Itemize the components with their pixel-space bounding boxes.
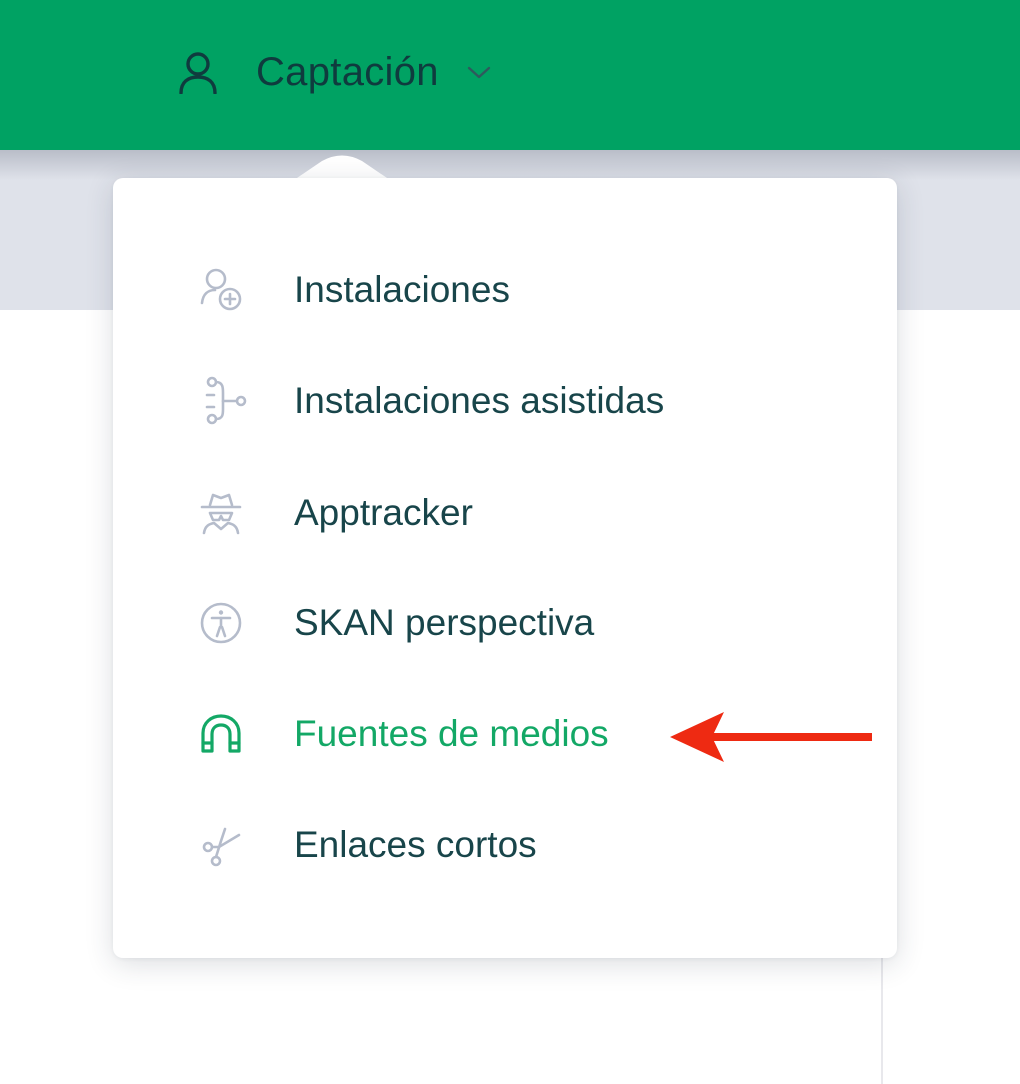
- user-icon: [179, 52, 217, 94]
- menu-item-label: Enlaces cortos: [294, 824, 537, 865]
- menu-item-label: Instalaciones asistidas: [294, 380, 665, 421]
- menu-item-skan-perspectiva[interactable]: SKAN perspectiva: [193, 583, 833, 663]
- scissors-icon: [202, 827, 241, 867]
- spy-icon: [200, 493, 242, 535]
- red-arrow-annotation: [670, 712, 872, 762]
- menu-item-label: SKAN perspectiva: [294, 602, 595, 643]
- menu-item-label: Fuentes de medios: [294, 713, 609, 754]
- captacion-dropdown-menu: Instalaciones Instalaciones asistidas Ap: [113, 178, 897, 958]
- header-shadow: [0, 150, 1020, 180]
- menu-item-apptracker[interactable]: Apptracker: [193, 473, 833, 553]
- menu-item-label: Instalaciones: [294, 269, 510, 310]
- branch-flow-icon: [205, 376, 247, 425]
- menu-item-instalaciones-asistidas[interactable]: Instalaciones asistidas: [193, 361, 833, 441]
- top-navigation-bar: Captación: [0, 0, 1020, 150]
- magnet-icon: [201, 714, 241, 753]
- user-plus-icon: [200, 268, 242, 311]
- captacion-menu-label: Captación: [256, 49, 439, 94]
- menu-item-instalaciones[interactable]: Instalaciones: [193, 250, 833, 330]
- captacion-menu-trigger[interactable]: Captación: [176, 44, 493, 100]
- menu-item-label: Apptracker: [294, 492, 473, 533]
- menu-item-enlaces-cortos[interactable]: Enlaces cortos: [193, 805, 833, 885]
- dropdown-caret: [294, 155, 390, 180]
- accessibility-icon: [200, 602, 242, 644]
- chevron-down-icon: [467, 66, 491, 79]
- content-divider: [881, 955, 883, 1084]
